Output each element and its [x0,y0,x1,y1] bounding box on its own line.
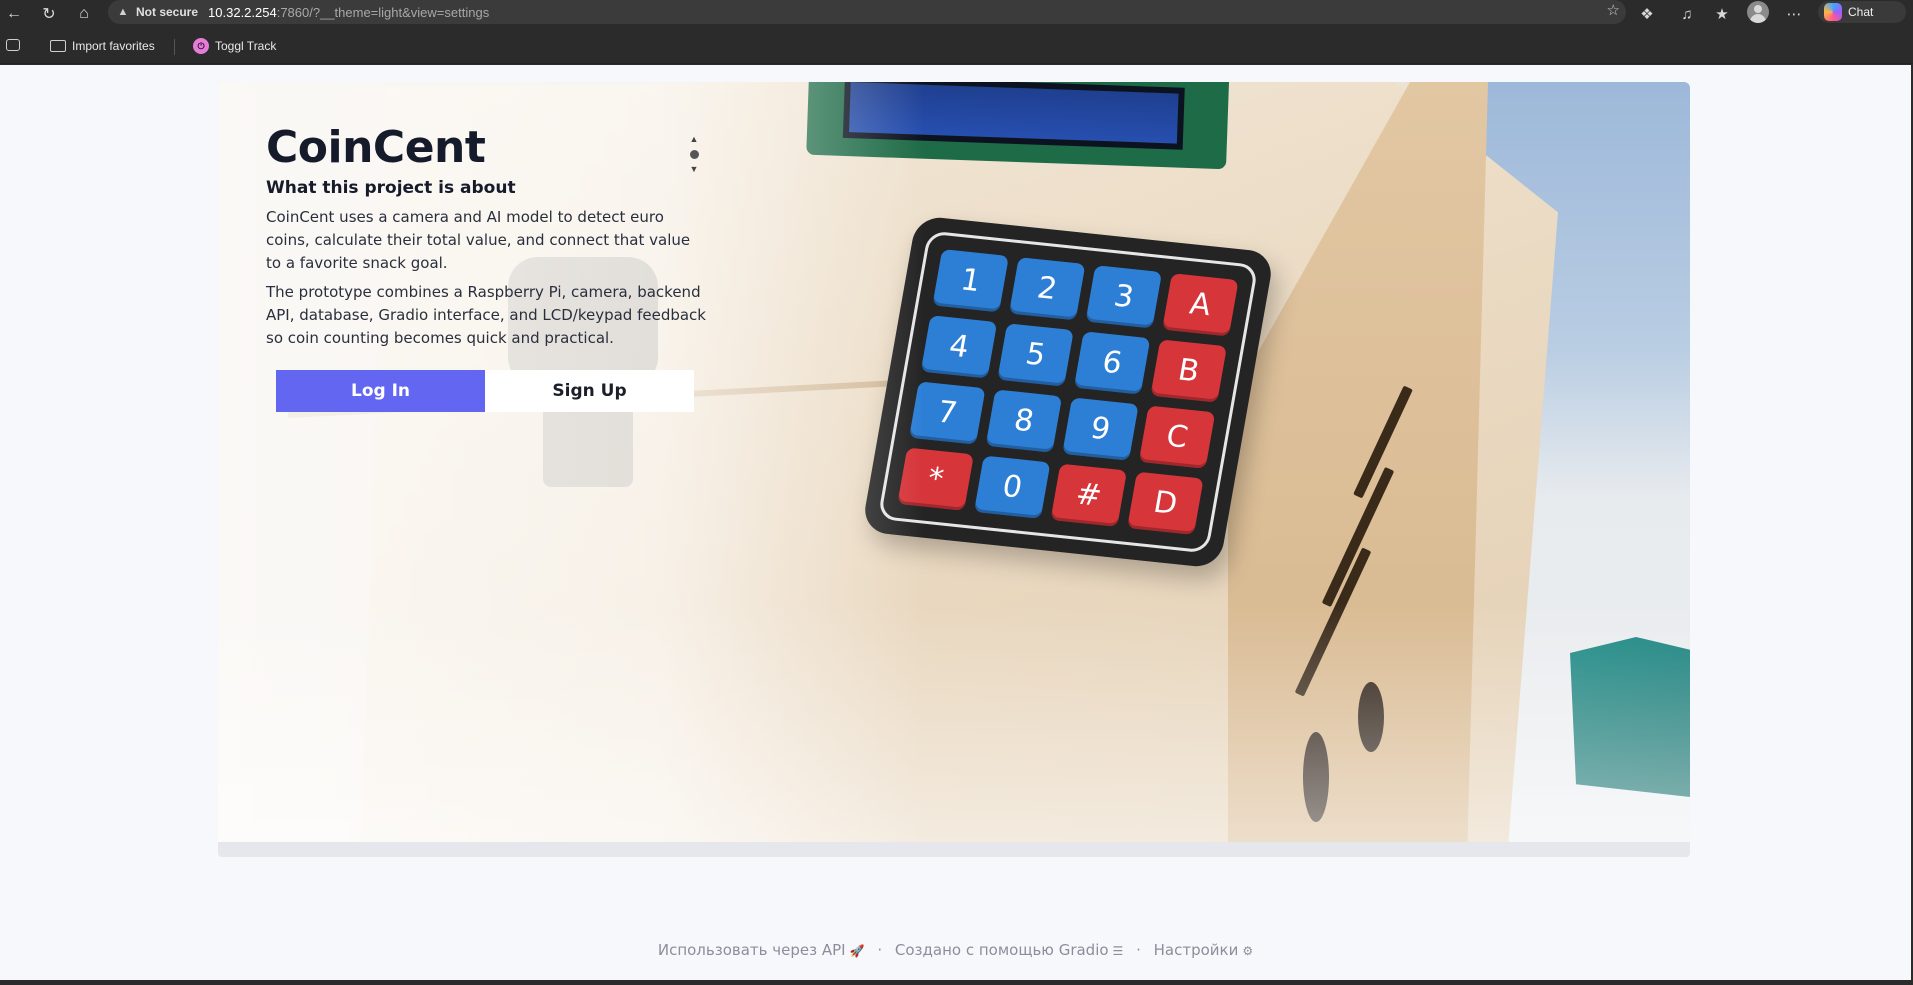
footer-settings-label: Настройки [1153,941,1239,959]
reload-icon[interactable]: ↻ [37,3,61,25]
copilot-icon [1824,3,1842,21]
bookmark-label: Import favorites [72,39,155,53]
page-title: CoinCent [266,122,486,173]
hero-content: CoinCent What this project is about Coin… [266,126,716,350]
signup-button[interactable]: Sign Up [485,370,694,412]
browser-toolbar: ← ↻ ⌂ ▲ Not secure 10.32.2.254:7860/?__t… [0,0,1913,28]
url-host: 10.32.2.254 [208,4,277,20]
bookmarks-bar: Import favorites ⏻ Toggl Track [0,28,1913,64]
footer-separator: · [877,941,883,959]
gear-icon: ⚙ [1242,944,1254,958]
home-icon[interactable]: ⌂ [72,3,96,25]
description-paragraph: CoinCent uses a camera and AI model to d… [266,208,691,272]
folder-icon [50,40,66,52]
auth-buttons: Log In Sign Up [276,370,694,412]
gradio-logo-icon: ☰ [1112,944,1124,958]
footer-api-label: Использовать через API [657,941,846,959]
bookmark-label: Toggl Track [215,39,277,53]
footer-gradio-link[interactable]: Создано с помощью Gradio ☰ [895,941,1123,959]
sidebar-toggle-icon[interactable] [6,39,20,51]
profile-avatar[interactable] [1747,1,1769,23]
favorite-star-icon[interactable]: ☆ [1607,1,1620,19]
description-paragraph: The prototype combines a Raspberry Pi, c… [266,283,706,347]
toggl-icon: ⏻ [193,38,209,54]
bookmark-divider [174,39,175,55]
extensions-icon[interactable]: ❖ [1634,3,1660,25]
chat-label: Chat [1848,5,1874,19]
scroll-down-icon[interactable]: ▼ [690,164,699,174]
scroll-thumb[interactable] [689,149,699,159]
hero-bottom-bar [218,842,1690,857]
bookmark-toggl-track[interactable]: ⏻ Toggl Track [193,36,276,56]
textbox-scroll-control[interactable]: ▲ ▼ [687,134,701,174]
footer: Использовать через API 🚀 · Создано с помо… [0,941,1911,959]
reading-view-icon[interactable]: ♫ [1674,3,1700,25]
hero-banner: 1 2 3 A 4 5 6 B 7 8 9 C * 0 # D CoinCent [218,82,1690,842]
security-label: Not secure [136,5,199,19]
bookmark-import-favorites[interactable]: Import favorites [50,36,155,56]
footer-settings-link[interactable]: Настройки ⚙ [1154,941,1253,959]
scroll-up-icon[interactable]: ▲ [690,134,699,144]
footer-separator: · [1136,941,1141,959]
section-subtitle: What this project is about [266,178,516,198]
favorites-icon[interactable]: ★ [1709,3,1735,25]
url-text[interactable]: 10.32.2.254:7860/?__theme=light&view=set… [208,5,489,20]
warning-icon: ▲ [117,6,129,18]
rocket-icon: 🚀 [849,944,865,958]
login-button[interactable]: Log In [276,370,485,412]
page-viewport: 1 2 3 A 4 5 6 B 7 8 9 C * 0 # D CoinCent [0,65,1911,980]
address-bar[interactable]: ▲ Not secure 10.32.2.254:7860/?__theme=l… [108,0,1626,24]
url-rest: :7860/?__theme=light&view=settings [276,4,490,20]
copilot-chat-button[interactable]: Chat [1818,1,1906,23]
footer-gradio-label: Создано с помощью Gradio [894,941,1109,959]
back-icon[interactable]: ← [2,3,26,25]
footer-api-link[interactable]: Использовать через API 🚀 [658,941,865,959]
more-icon[interactable]: ⋯ [1781,3,1807,25]
hero-overlay-bottom [218,602,1690,842]
